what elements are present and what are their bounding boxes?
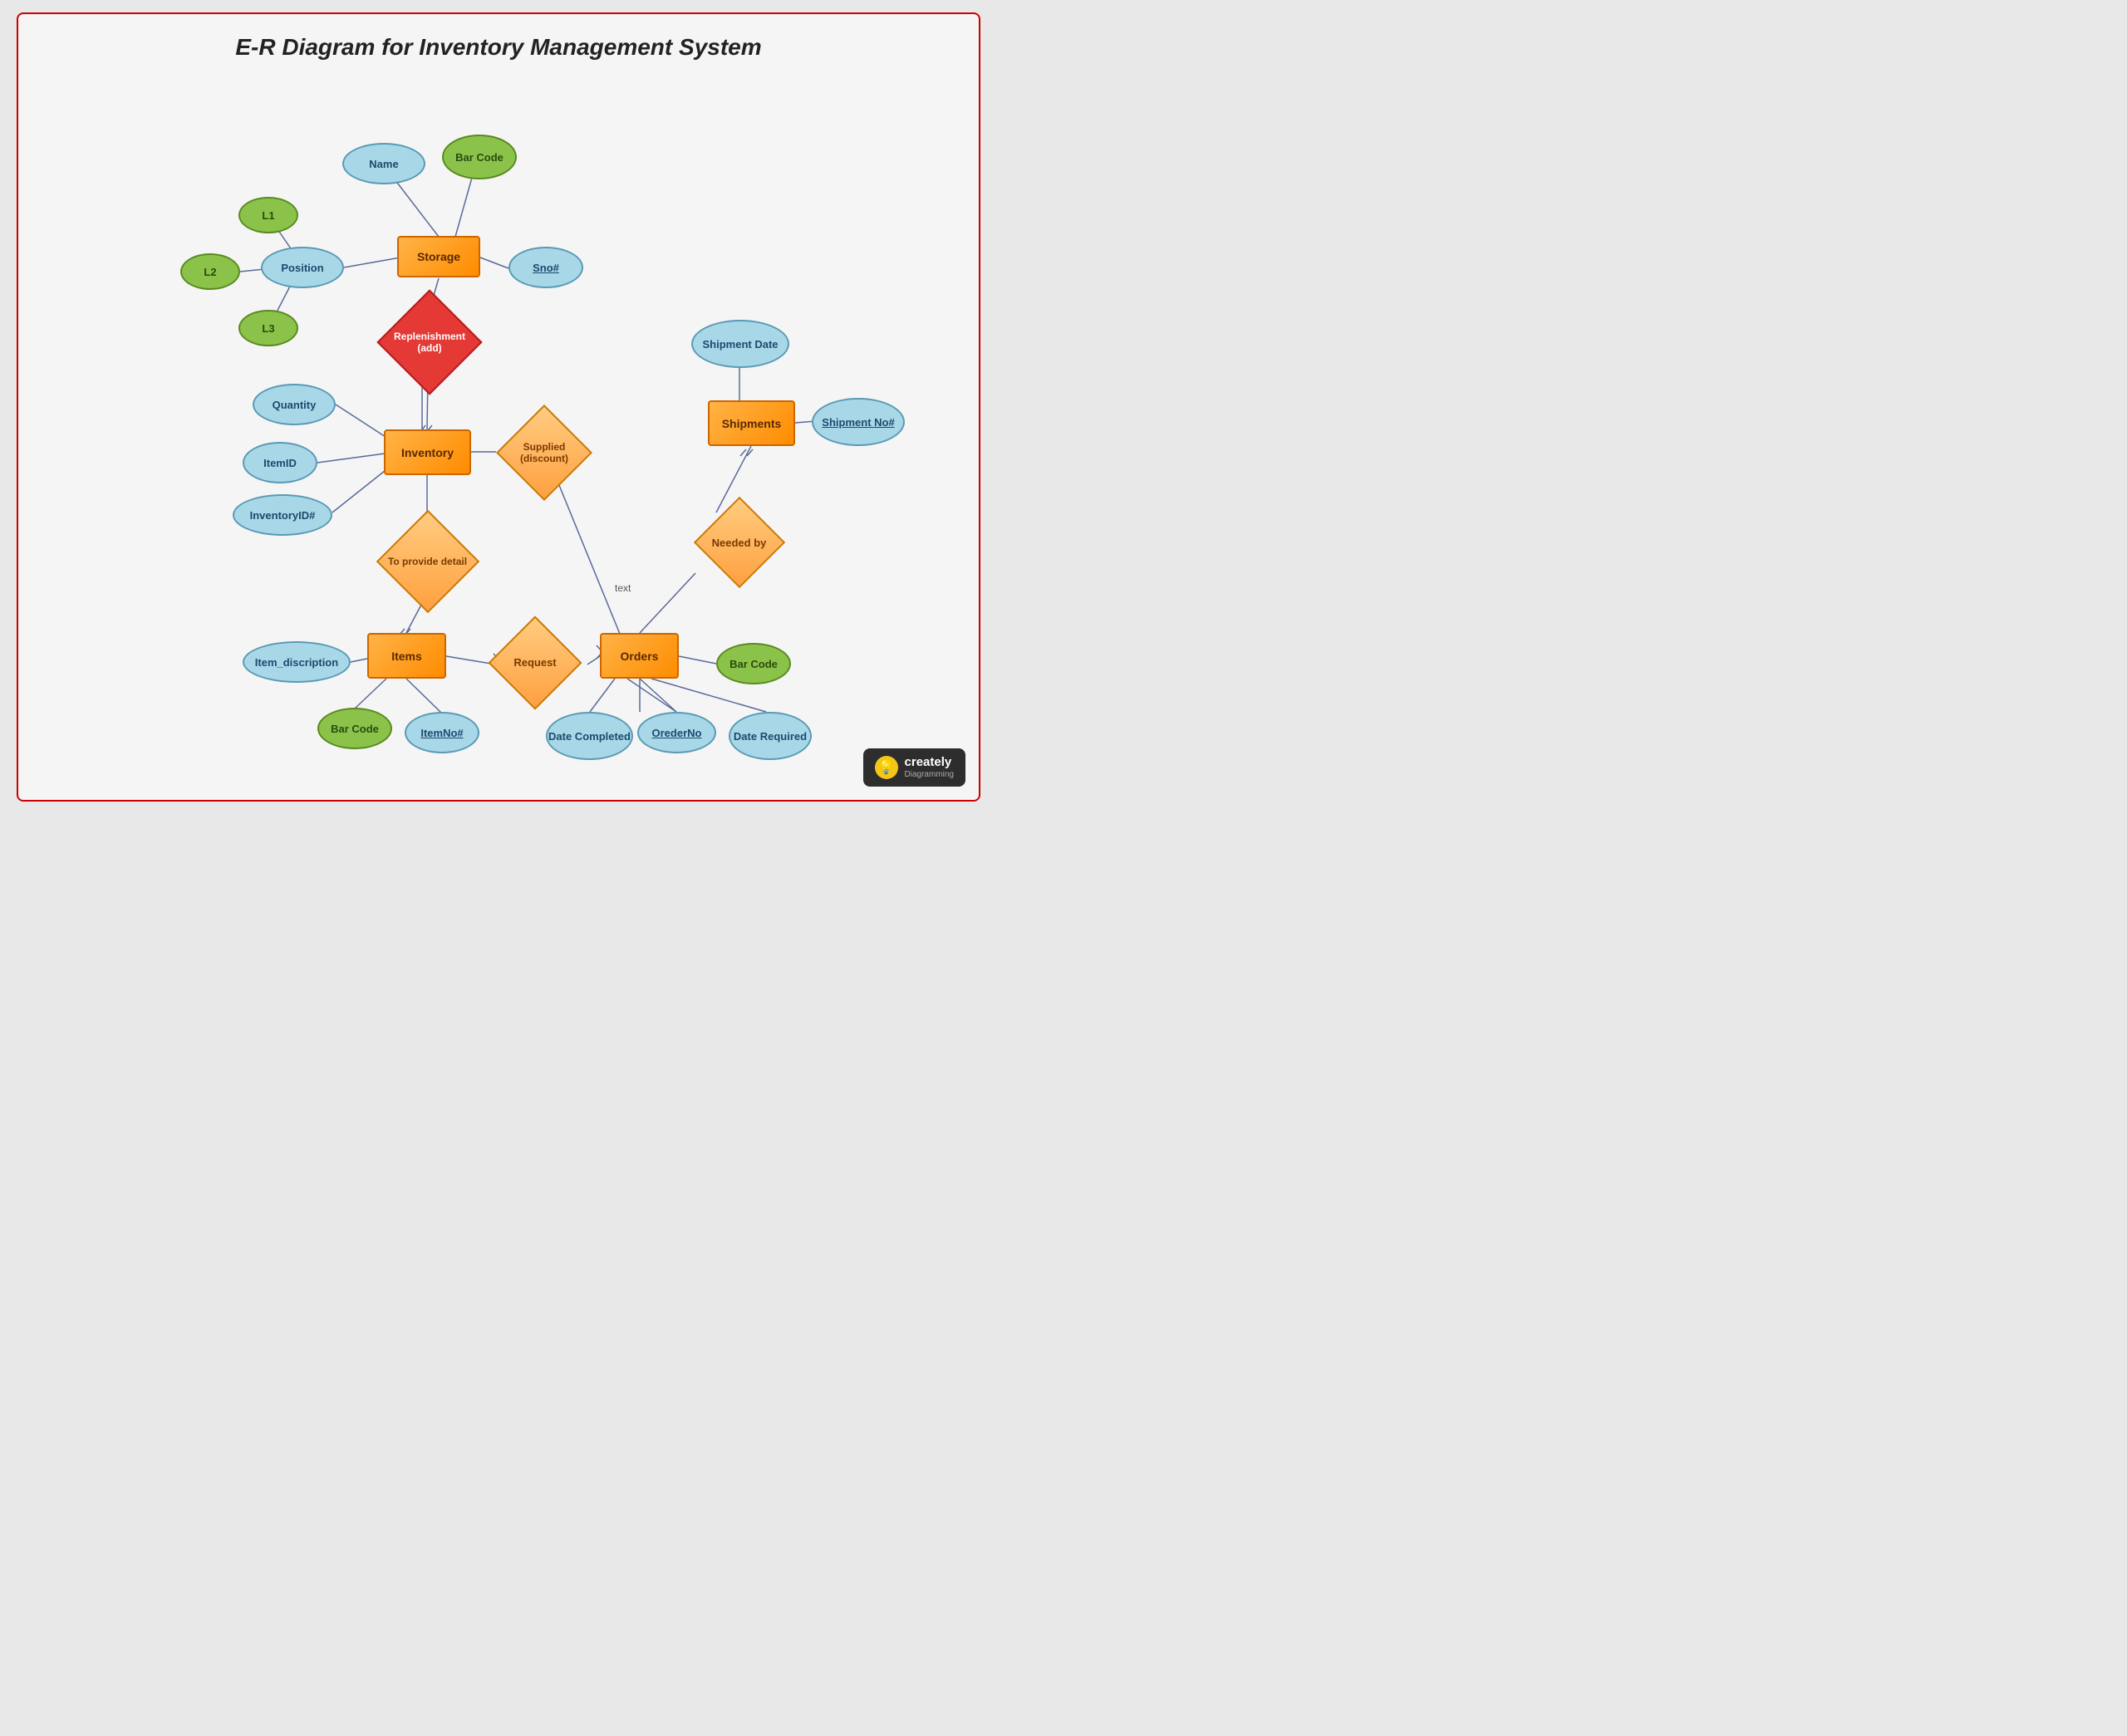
- creately-logo: 💡 creately Diagramming: [863, 748, 965, 787]
- ellipse-barcode-bottom: Bar Code: [317, 708, 392, 749]
- diagram-container: E-R Diagram for Inventory Management Sys…: [17, 12, 980, 802]
- ellipse-date-required: Date Required: [729, 712, 812, 760]
- ellipse-shipment-date: Shipment Date: [691, 320, 789, 368]
- ellipse-sno: Sno#: [508, 247, 583, 288]
- ellipse-item-desc: Item_discription: [243, 641, 351, 683]
- diamond-replenishment: Replenishment(add): [376, 305, 484, 380]
- ellipse-orderno: OrederNo: [637, 712, 716, 753]
- ellipse-inventoryid: InventoryID#: [233, 494, 332, 536]
- ellipse-l2: L2: [180, 253, 240, 290]
- svg-text:text: text: [615, 582, 631, 594]
- logo-bulb-icon: 💡: [875, 756, 898, 779]
- rect-items: Items: [367, 633, 446, 679]
- logo-text: creately Diagramming: [905, 755, 954, 780]
- ellipse-name: Name: [342, 143, 425, 184]
- diagram-title: E-R Diagram for Inventory Management Sys…: [18, 14, 979, 69]
- rect-orders: Orders: [600, 633, 679, 679]
- rect-inventory: Inventory: [384, 429, 471, 475]
- ellipse-l1: L1: [238, 197, 298, 233]
- ellipse-quantity: Quantity: [253, 384, 336, 425]
- ellipse-date-completed: Date Completed: [546, 712, 633, 760]
- ellipse-position: Position: [261, 247, 344, 288]
- diamond-request: Request: [485, 627, 585, 698]
- rect-storage: Storage: [397, 236, 480, 277]
- diamond-to-provide: To provide detail: [363, 525, 492, 598]
- ellipse-itemno: ItemNo#: [405, 712, 479, 753]
- ellipse-barcode-top: Bar Code: [442, 135, 517, 179]
- ellipse-shipment-no: Shipment No#: [812, 398, 905, 446]
- ellipse-l3: L3: [238, 310, 298, 346]
- ellipse-itemid: ItemID: [243, 442, 317, 483]
- ellipse-barcode-right: Bar Code: [716, 643, 791, 684]
- diamond-supplied: Supplied(discount): [490, 417, 598, 488]
- rect-shipments: Shipments: [708, 400, 795, 446]
- diamond-needed-by: Needed by: [687, 508, 791, 576]
